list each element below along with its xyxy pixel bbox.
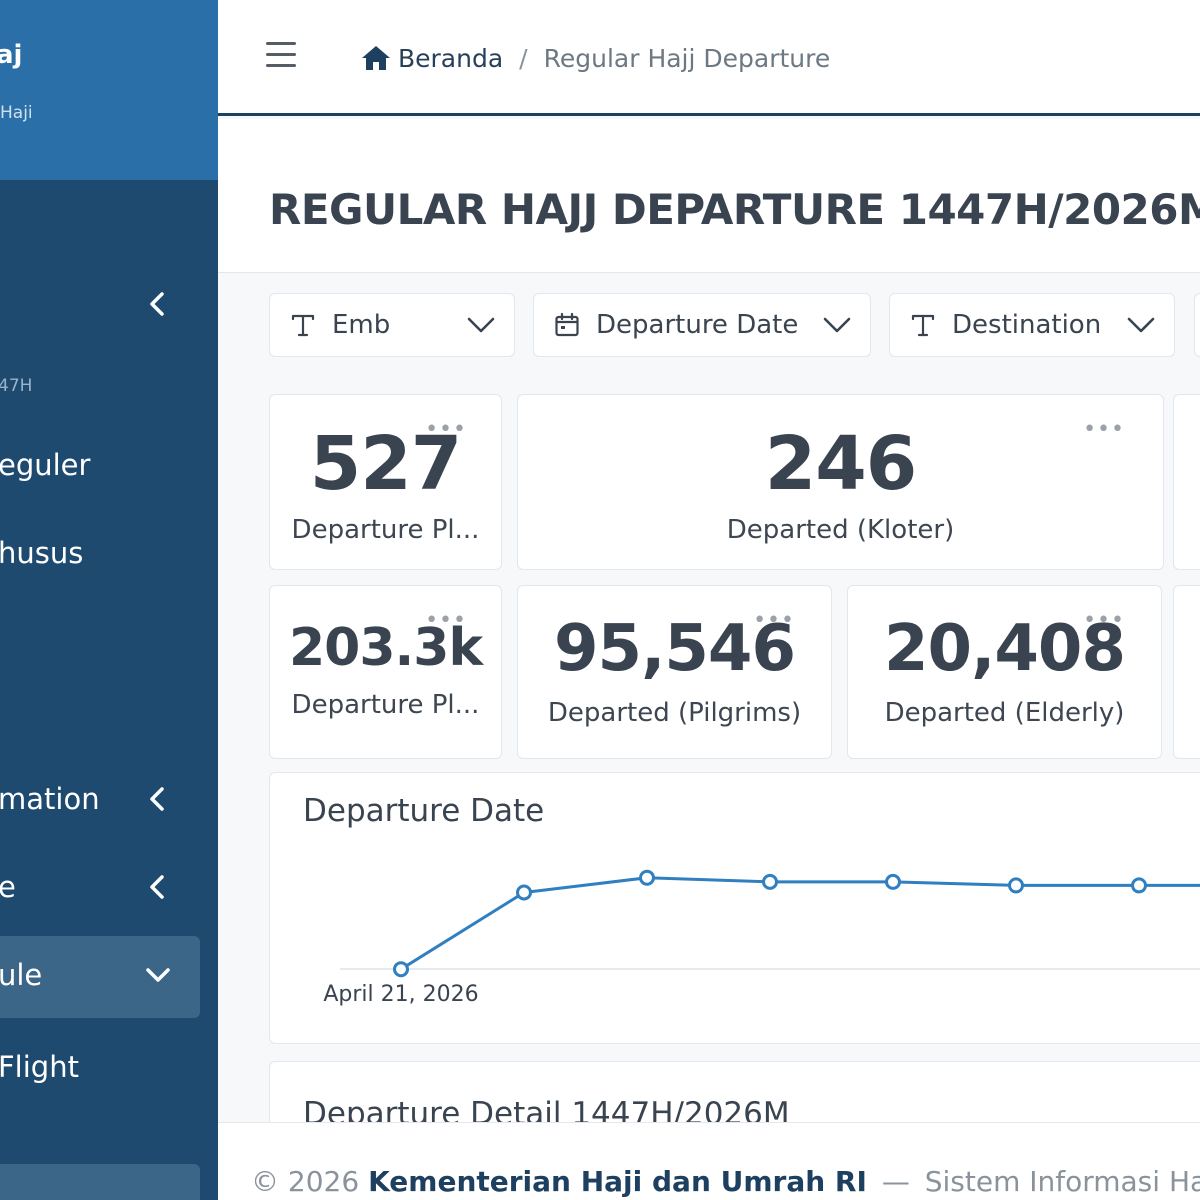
filter-label: Departure Date	[596, 310, 799, 340]
home-icon	[362, 46, 390, 70]
kpi-label: Departure Pl...	[291, 515, 480, 545]
more-options-icon[interactable]: •••	[425, 417, 467, 442]
sidebar-item-label: Flight	[0, 1050, 79, 1084]
sidebar-item-reguler[interactable]: eguler	[0, 436, 218, 496]
kpi-card-partial	[1173, 585, 1200, 759]
footer-system-name: Sistem Informasi Haji	[924, 1165, 1200, 1198]
kpi-label: Departed (Kloter)	[726, 515, 955, 545]
sidebar-item-flight[interactable]: Flight	[0, 1038, 218, 1098]
kpi-value: 246	[764, 421, 917, 507]
more-options-icon[interactable]: •••	[753, 608, 795, 633]
more-options-icon[interactable]: •••	[425, 608, 467, 633]
chart-data-point[interactable]	[1131, 877, 1147, 894]
kpi-card-departure-plan-kloter: 527 Departure Pl... •••	[269, 394, 502, 570]
text-type-icon	[290, 312, 316, 338]
filter-label: Emb	[332, 310, 391, 340]
sidebar-item-information[interactable]: mation	[0, 770, 218, 830]
main-content: REGULAR HAJJ DEPARTURE 1447H/2026M Emb D…	[218, 119, 1200, 1122]
breadcrumb-home-label: Beranda	[398, 43, 504, 73]
breadcrumb: Beranda / Regular Hajj Departure	[360, 38, 830, 78]
sidebar-item-khusus[interactable]: husus	[0, 524, 218, 584]
text-type-icon	[910, 312, 936, 338]
chart-data-point[interactable]	[516, 884, 532, 901]
kpi-card-partial	[1173, 394, 1200, 570]
filter-label: Destination	[952, 310, 1102, 340]
kpi-card-departed-elderly: 20,408 Departed (Elderly) •••	[847, 585, 1162, 759]
chart-data-point[interactable]	[762, 873, 778, 890]
chevron-left-icon	[150, 875, 164, 899]
chart-data-point[interactable]	[1008, 877, 1024, 894]
hamburger-icon[interactable]	[266, 42, 296, 68]
footer-text: © 2026 Kementerian Haji dan Umrah RI — S…	[251, 1165, 1200, 1198]
sidebar-bottom-button[interactable]	[0, 1164, 200, 1200]
sidebar-item-collapsed-group[interactable]	[0, 275, 218, 335]
sidebar-item-label: husus	[0, 536, 84, 570]
breadcrumb-separator: /	[519, 43, 528, 73]
departure-detail-card: Departure Detail 1447H/2026M	[269, 1061, 1200, 1122]
kpi-label: Departed (Pilgrims)	[547, 698, 802, 728]
sidebar-item-label: eguler	[0, 448, 91, 482]
footer-org-link[interactable]: Kementerian Haji dan Umrah RI	[368, 1165, 867, 1198]
footer-dash: —	[881, 1165, 910, 1198]
detail-title: Departure Detail 1447H/2026M	[303, 1096, 790, 1122]
breadcrumb-current: Regular Hajj Departure	[543, 43, 831, 73]
chevron-down-icon	[823, 317, 851, 333]
chevron-down-icon	[146, 968, 170, 982]
filter-emb[interactable]: Emb	[269, 293, 515, 357]
brand-subtitle: Haji	[0, 103, 33, 123]
filter-more[interactable]	[1194, 293, 1200, 357]
more-options-icon[interactable]: •••	[1083, 608, 1125, 633]
kpi-card-departed-kloter: 246 Departed (Kloter) •••	[517, 394, 1164, 570]
sidebar-item-e[interactable]: e	[0, 858, 218, 918]
chevron-left-icon	[150, 787, 164, 811]
top-header: Beranda / Regular Hajj Departure	[218, 0, 1200, 116]
filter-destination[interactable]: Destination	[889, 293, 1175, 357]
kpi-label: Departed (Elderly)	[884, 698, 1125, 728]
sidebar-item-schedule-active[interactable]: ule	[0, 936, 200, 1018]
departure-date-chart-card: Departure Date April 21, 2026	[269, 772, 1200, 1044]
breadcrumb-home-link[interactable]: Beranda	[360, 44, 503, 73]
sidebar-section-label: 47H	[0, 376, 33, 396]
sidebar-item-label: ule	[0, 958, 43, 992]
chart-data-point[interactable]	[393, 961, 409, 978]
page-title-bar: REGULAR HAJJ DEPARTURE 1447H/2026M	[218, 119, 1200, 273]
chevron-down-icon	[1127, 317, 1155, 333]
calendar-icon	[554, 312, 580, 338]
chevron-left-icon	[150, 292, 164, 316]
brand-title: aj	[0, 40, 23, 70]
chart-data-point[interactable]	[639, 869, 655, 886]
sidebar-item-label: e	[0, 870, 16, 904]
kpi-card-departure-plan-pilgrims: 203.3k Departure Pl... •••	[269, 585, 502, 759]
kpi-label: Departure Pl...	[291, 690, 480, 720]
departure-date-line-chart: April 21, 2026	[323, 869, 1200, 1007]
chart-data-point[interactable]	[885, 873, 901, 890]
sidebar-brand: aj Haji	[0, 0, 218, 180]
sidebar-item-label: mation	[0, 782, 100, 816]
kpi-card-departed-pilgrims: 95,546 Departed (Pilgrims) •••	[517, 585, 832, 759]
filter-departure-date[interactable]: Departure Date	[533, 293, 871, 357]
page-title: REGULAR HAJJ DEPARTURE 1447H/2026M	[269, 185, 1200, 234]
chart-x-tick-label: April 21, 2026	[323, 982, 478, 1007]
sidebar: aj Haji 47H eguler husus mation e ule Fl…	[0, 0, 218, 1200]
more-options-icon[interactable]: •••	[1083, 417, 1125, 442]
footer-copyright: © 2026	[251, 1165, 360, 1198]
footer: © 2026 Kementerian Haji dan Umrah RI — S…	[218, 1122, 1200, 1200]
chevron-down-icon	[467, 317, 495, 333]
